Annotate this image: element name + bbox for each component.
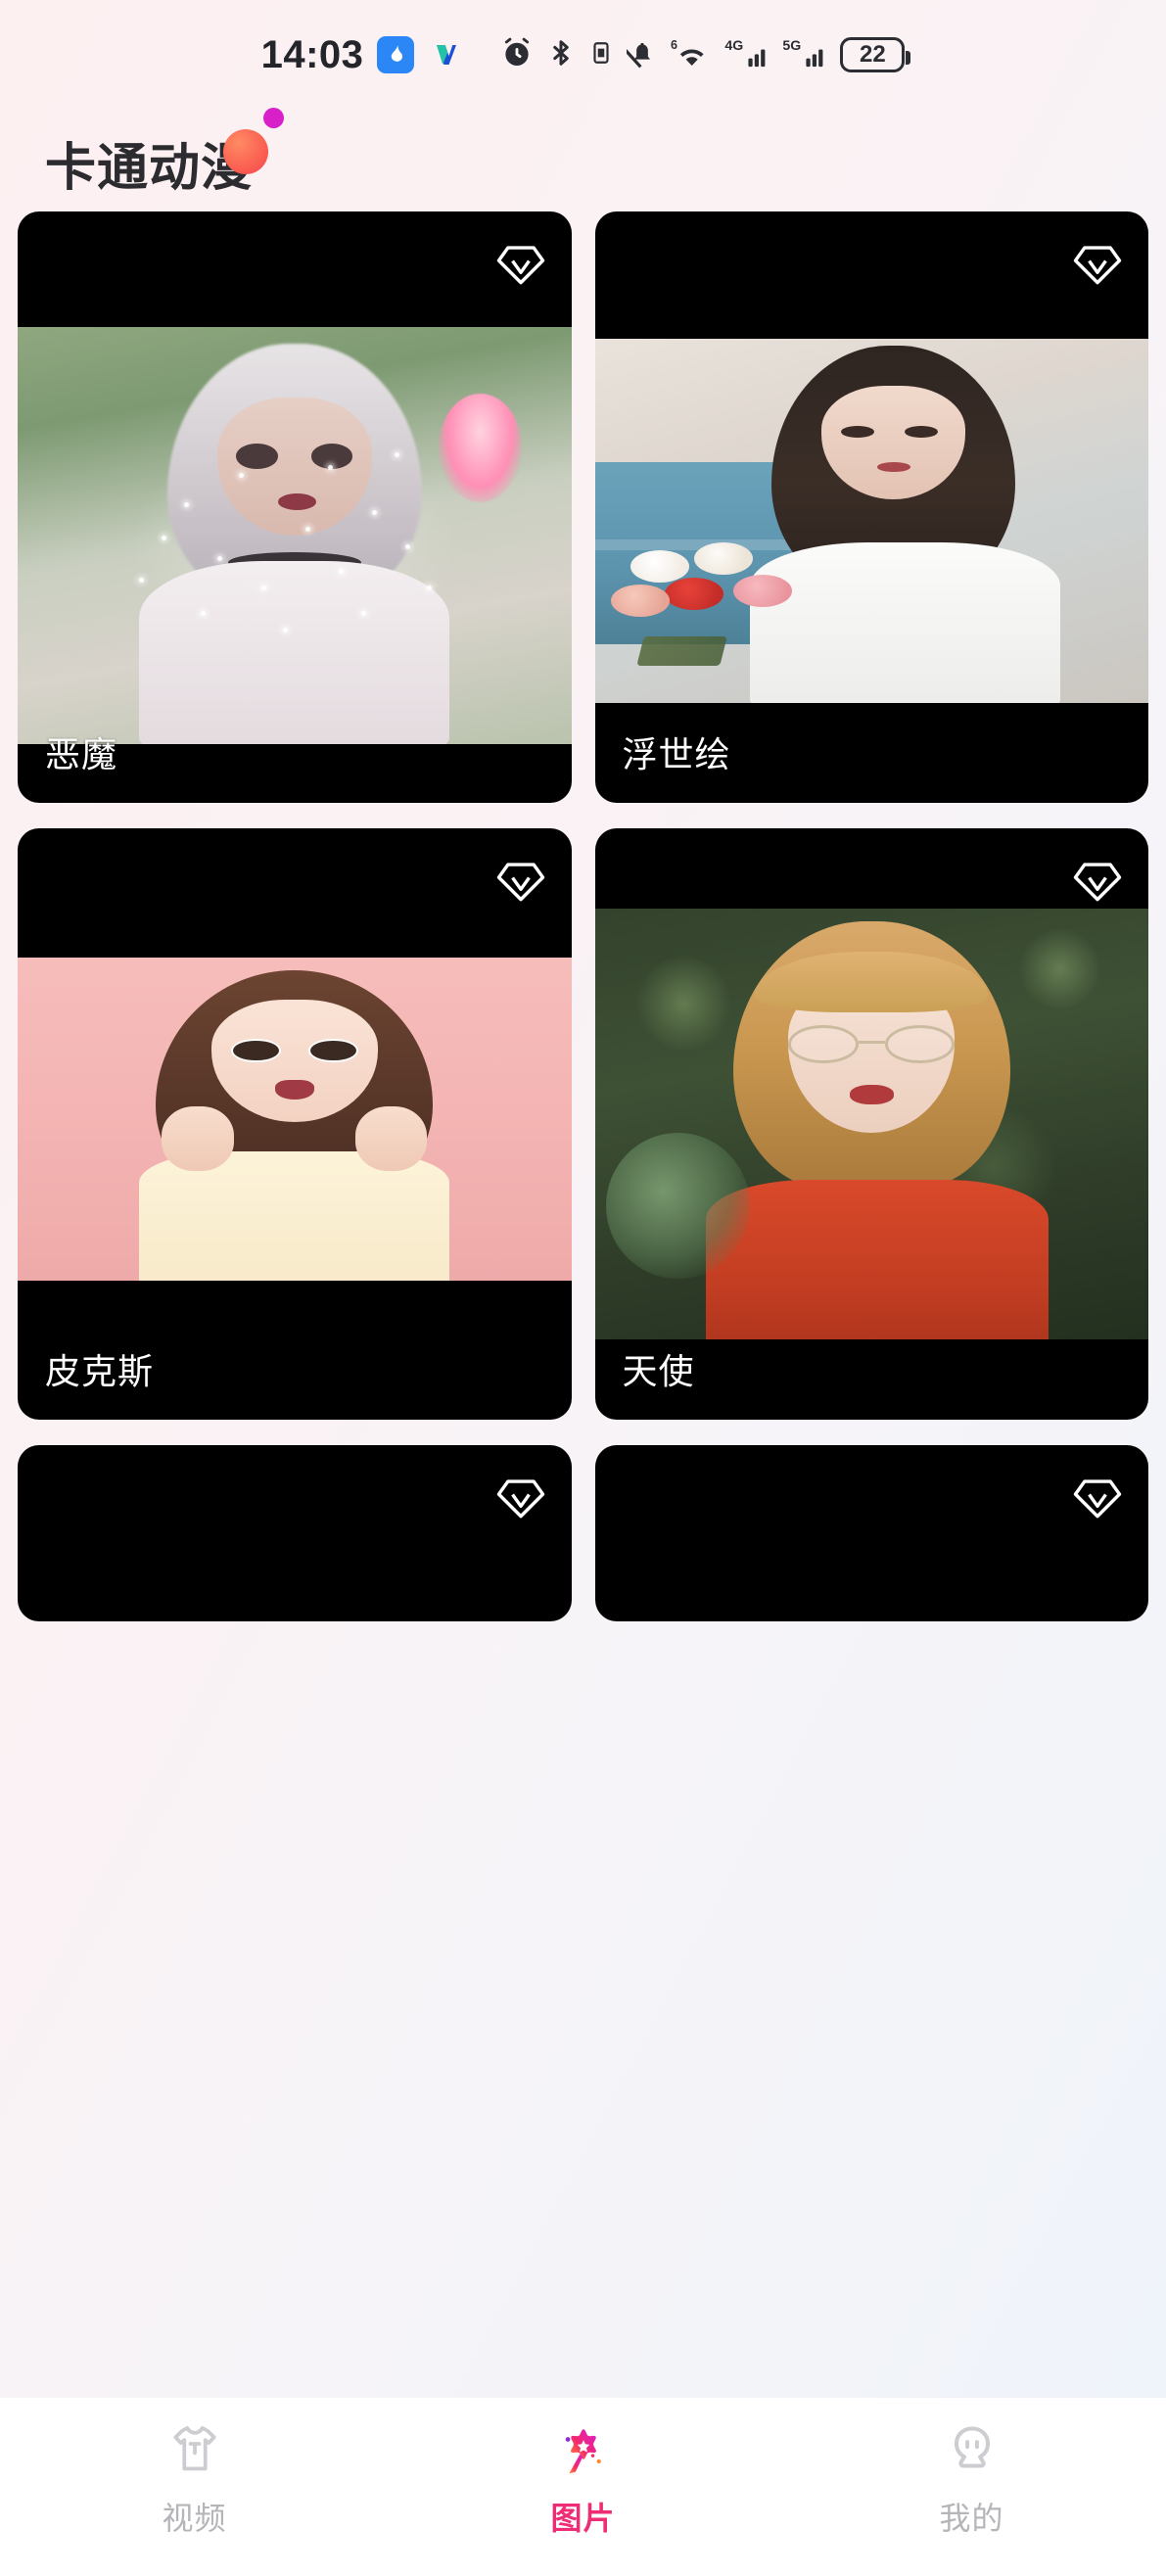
status-time: 14:03 [260, 33, 364, 76]
effect-card[interactable]: 天使 [594, 828, 1148, 1420]
vip-diamond-icon[interactable] [491, 850, 550, 909]
decoration-magenta-circle-icon [263, 108, 285, 128]
nav-label-mine: 我的 [939, 2501, 1004, 2536]
card-thumbnail [18, 958, 572, 1281]
card-thumbnail [594, 339, 1148, 703]
vip-diamond-icon[interactable] [1068, 233, 1127, 292]
battery-icon: 22 [840, 37, 911, 72]
signal-4g-icon: 4G [724, 36, 770, 74]
card-label: 浮世绘 [622, 734, 731, 774]
app-blue-icon [377, 36, 415, 73]
nav-label-video: 视频 [162, 2501, 227, 2536]
effect-card-peek[interactable] [18, 1445, 572, 1621]
decoration-orange-circle-icon [223, 129, 269, 174]
nav-item-video[interactable]: 视频 [0, 2423, 389, 2539]
effect-card[interactable]: 恶魔 [18, 211, 572, 803]
bluetooth-icon [546, 36, 576, 74]
nav-item-mine[interactable]: 我的 [777, 2423, 1166, 2539]
card-thumbnail [18, 327, 572, 744]
effect-card[interactable]: 皮克斯 [18, 828, 572, 1420]
app-header: 卡通动漫 [0, 108, 1166, 211]
bottom-navigation: 视频 图片 我的 [0, 2398, 1166, 2576]
effect-card-peek[interactable] [594, 1445, 1148, 1621]
nav-item-picture[interactable]: 图片 [389, 2423, 777, 2539]
app-white-icon [428, 36, 465, 73]
card-label: 恶魔 [45, 734, 118, 774]
svg-text:6: 6 [671, 37, 677, 51]
card-label: 皮克斯 [45, 1351, 155, 1391]
card-thumbnail [594, 909, 1148, 1339]
vibrate-icon [588, 36, 614, 74]
page-title-text: 卡通动漫 [45, 140, 254, 197]
battery-level-label: 22 [860, 41, 886, 68]
status-bar: 14:03 6 4G 5G 22 [0, 0, 1166, 110]
vip-diamond-icon[interactable] [491, 1467, 550, 1525]
nav-label-picture: 图片 [550, 2501, 616, 2536]
wifi-6-icon: 6 [671, 36, 712, 74]
svg-text:5G: 5G [783, 38, 802, 54]
alarm-icon [500, 36, 534, 74]
vip-diamond-icon[interactable] [1068, 850, 1127, 909]
svg-text:4G: 4G [725, 38, 744, 54]
magic-wand-star-icon [556, 2423, 611, 2480]
vip-diamond-icon[interactable] [491, 233, 550, 292]
tshirt-icon [167, 2423, 222, 2480]
vip-diamond-icon[interactable] [1068, 1467, 1127, 1525]
effects-grid: 恶魔 浮世绘 皮克斯 天使 [0, 211, 1166, 1621]
silent-bell-icon [620, 36, 658, 74]
status-icon-group: 6 4G 5G 22 [500, 36, 911, 74]
person-avatar-icon [945, 2423, 1000, 2480]
card-label: 天使 [622, 1351, 695, 1391]
signal-5g-icon: 5G [782, 36, 827, 74]
page-title: 卡通动漫 [45, 108, 285, 197]
effect-card[interactable]: 浮世绘 [594, 211, 1148, 803]
